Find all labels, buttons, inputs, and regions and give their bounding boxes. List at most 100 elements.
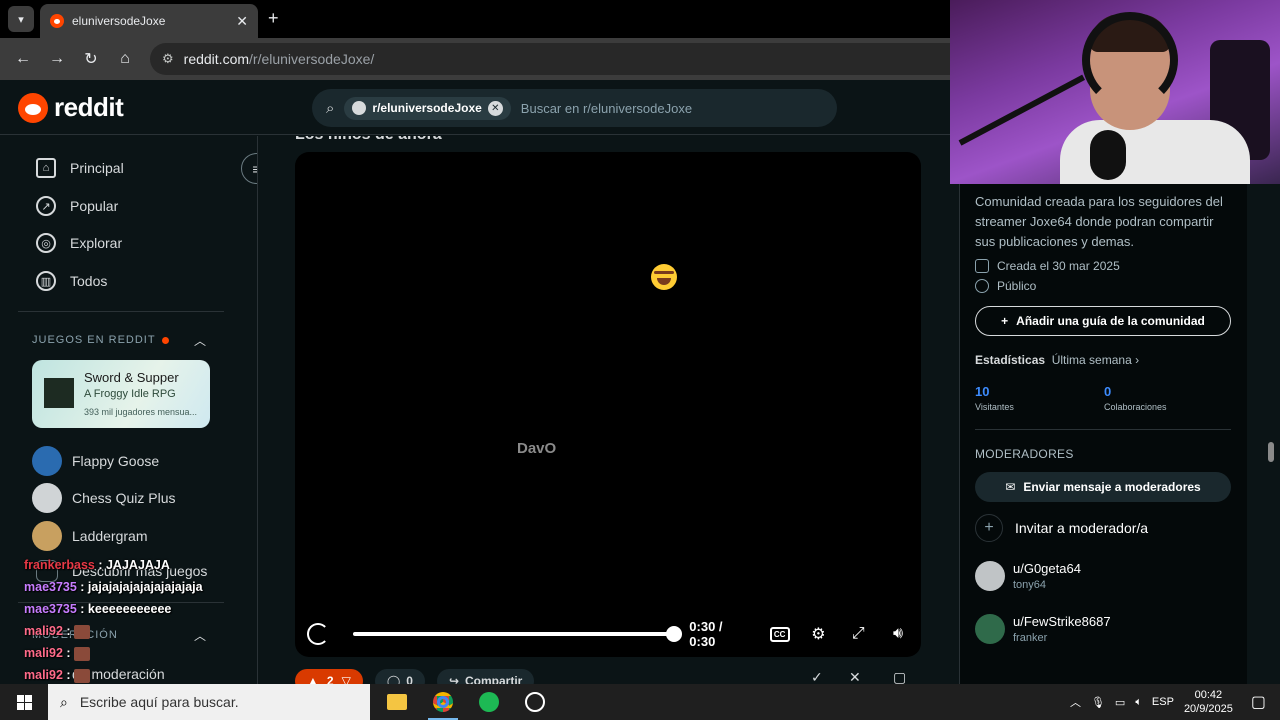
show-hidden-icons-icon[interactable]: ︿ (1070, 694, 1081, 710)
moderator-item[interactable]: u/FewStrike8687 franker (975, 614, 1111, 644)
nav-popular[interactable]: ↗ Popular (36, 196, 118, 216)
message-mods-button[interactable]: ✉ Enviar mensaje a moderadores (975, 472, 1231, 502)
browser-tab[interactable]: eluniversodeJoxe ✕ (40, 4, 258, 38)
network-icon[interactable]: ▭ (1115, 696, 1125, 709)
remove-icon[interactable]: ✕ (849, 669, 861, 684)
chess-icon (32, 483, 62, 513)
obs-button[interactable] (512, 684, 558, 720)
home-icon[interactable]: ⌂ (114, 48, 136, 70)
nav-label: Popular (70, 198, 119, 214)
ladder-icon (32, 521, 62, 551)
moderator-item[interactable]: u/G0geta64 tony64 (975, 561, 1081, 591)
moderators-header: MODERADORES (975, 447, 1074, 461)
clock[interactable]: 00:42 20/9/2025 (1184, 688, 1233, 716)
volume-icon[interactable]: 🔈︎ (1135, 696, 1142, 709)
page-scrollbar[interactable] (1266, 136, 1276, 684)
start-button[interactable] (0, 684, 48, 720)
back-icon[interactable]: ← (12, 48, 34, 70)
post-area: Los niños de ahora DavO 0:30 / 0:30 CC ⚙… (259, 136, 959, 684)
community-description: Comunidad creada para los seguidores del… (975, 194, 1223, 249)
chrome-icon (433, 692, 453, 712)
emote-icon (74, 646, 91, 661)
new-indicator-icon (161, 336, 169, 344)
post-title[interactable]: Los niños de ahora (295, 136, 442, 144)
approve-icon[interactable]: ✓ (811, 669, 823, 684)
collapse-sidebar-button[interactable]: ≡ (241, 153, 257, 184)
search-icon: ⌕ (326, 99, 335, 117)
chat-user: frankerbass (24, 558, 95, 572)
stream-chat: frankerbass : JAJAJAJA mae3735 : jajajaj… (24, 554, 234, 686)
vote-control[interactable]: ▲ 2 ▽ (295, 669, 363, 684)
nav-explorar[interactable]: ◎ Explorar (36, 233, 122, 253)
taskbar-search[interactable]: ⌕ Escribe aquí para buscar. (48, 684, 370, 720)
fullscreen-icon[interactable]: ⤢ (847, 625, 869, 643)
replay-icon[interactable] (307, 623, 329, 645)
community-sidebar: Comunidad creada para los seguidores del… (959, 136, 1247, 684)
reddit-logo[interactable]: reddit (18, 92, 124, 123)
captions-icon[interactable]: CC (769, 626, 790, 642)
game-item[interactable]: Laddergram (32, 521, 148, 551)
search-icon: ⌕ (60, 693, 68, 710)
popular-icon: ↗ (36, 196, 56, 216)
reddit-favicon-icon (50, 14, 64, 28)
chrome-button[interactable] (420, 684, 466, 720)
emote-icon (74, 668, 91, 683)
spotify-button[interactable] (466, 684, 512, 720)
scrollbar-thumb[interactable] (1268, 442, 1274, 462)
clear-chip-icon[interactable]: ✕ (487, 100, 503, 116)
video-progress-bar[interactable] (352, 626, 683, 642)
add-guide-button[interactable]: + Añadir una guía de la comunidad (975, 306, 1231, 336)
chevron-up-icon[interactable]: ︿ (194, 332, 206, 349)
new-tab-icon[interactable]: + (268, 8, 279, 29)
notifications-icon[interactable]: ▢ (1251, 692, 1266, 712)
tab-search-button[interactable]: ▾ (8, 6, 34, 32)
game-item[interactable]: Chess Quiz Plus (32, 483, 175, 513)
invite-moderator[interactable]: + Invitar a moderador/a (975, 514, 1148, 542)
nav-principal[interactable]: ⌂ Principal (36, 158, 124, 178)
bookmark-icon[interactable]: ▢ (893, 669, 906, 684)
comments-button[interactable]: ◯ 0 (374, 669, 425, 684)
browser-toolbar: ← → ↻ ⌂ ⚙ reddit.com/r/eluniversodeJoxe/ (0, 38, 950, 80)
chat-message: mali92 : (24, 620, 234, 642)
share-button[interactable]: ↪ Compartir (436, 669, 535, 684)
sidebar-divider (975, 429, 1231, 430)
comment-count: 0 (406, 674, 413, 684)
settings-gear-icon[interactable]: ⚙ (808, 624, 830, 644)
game-label: Laddergram (72, 528, 148, 544)
nav-todos[interactable]: ▥ Todos (36, 271, 107, 291)
browser-tabstrip: ▾ eluniversodeJoxe ✕ + (0, 0, 950, 38)
site-info-icon[interactable]: ⚙ (162, 51, 174, 67)
taskbar-search-placeholder: Escribe aquí para buscar. (79, 694, 239, 710)
file-explorer-button[interactable] (374, 684, 420, 720)
featured-game-card[interactable]: Sword & Supper A Froggy Idle RPG 393 mil… (32, 360, 210, 428)
chat-text: : JAJAJAJA (94, 558, 170, 572)
close-tab-icon[interactable]: ✕ (236, 13, 248, 30)
windows-logo-icon (16, 694, 32, 710)
video-player[interactable]: DavO 0:30 / 0:30 CC ⚙ ⤢ 🔊︎ (295, 152, 921, 657)
search-community-chip[interactable]: r/eluniversodeJoxe ✕ (344, 96, 511, 120)
contributions-value: 0 (1104, 384, 1112, 399)
games-section-header[interactable]: JUEGOS EN REDDIT (32, 334, 169, 346)
language-indicator[interactable]: ESP (1152, 696, 1174, 708)
address-bar[interactable]: ⚙ reddit.com/r/eluniversodeJoxe/ (150, 43, 950, 75)
url-path: /r/eluniversodeJoxe/ (249, 51, 375, 67)
reddit-search[interactable]: ⌕ r/eluniversodeJoxe ✕ Buscar en r/eluni… (312, 89, 837, 127)
downvote-icon[interactable]: ▽ (342, 674, 351, 684)
upvote-icon[interactable]: ▲ (307, 674, 319, 684)
chat-user: mali92 (24, 668, 63, 682)
chat-message: mae3735 : jajajajajajajajajajaja (24, 576, 234, 598)
volume-icon[interactable]: 🔊︎ (887, 625, 909, 643)
progress-knob[interactable] (666, 626, 683, 642)
webcam-overlay (950, 0, 1280, 184)
reload-icon[interactable]: ↻ (80, 48, 102, 70)
microphone-icon[interactable]: 🎙︎ (1091, 696, 1105, 709)
sidebar-divider (18, 311, 224, 312)
forward-icon[interactable]: → (46, 48, 68, 70)
moderator-flair: tony64 (1013, 579, 1047, 591)
visibility-label: Público (997, 279, 1037, 293)
contributions-label: Colaboraciones (1104, 402, 1167, 412)
stats-header[interactable]: Estadísticas Última semana › (975, 353, 1139, 367)
share-icon: ↪ (448, 674, 459, 684)
game-item[interactable]: Flappy Goose (32, 446, 159, 476)
chat-message: mali92 : (24, 642, 234, 664)
